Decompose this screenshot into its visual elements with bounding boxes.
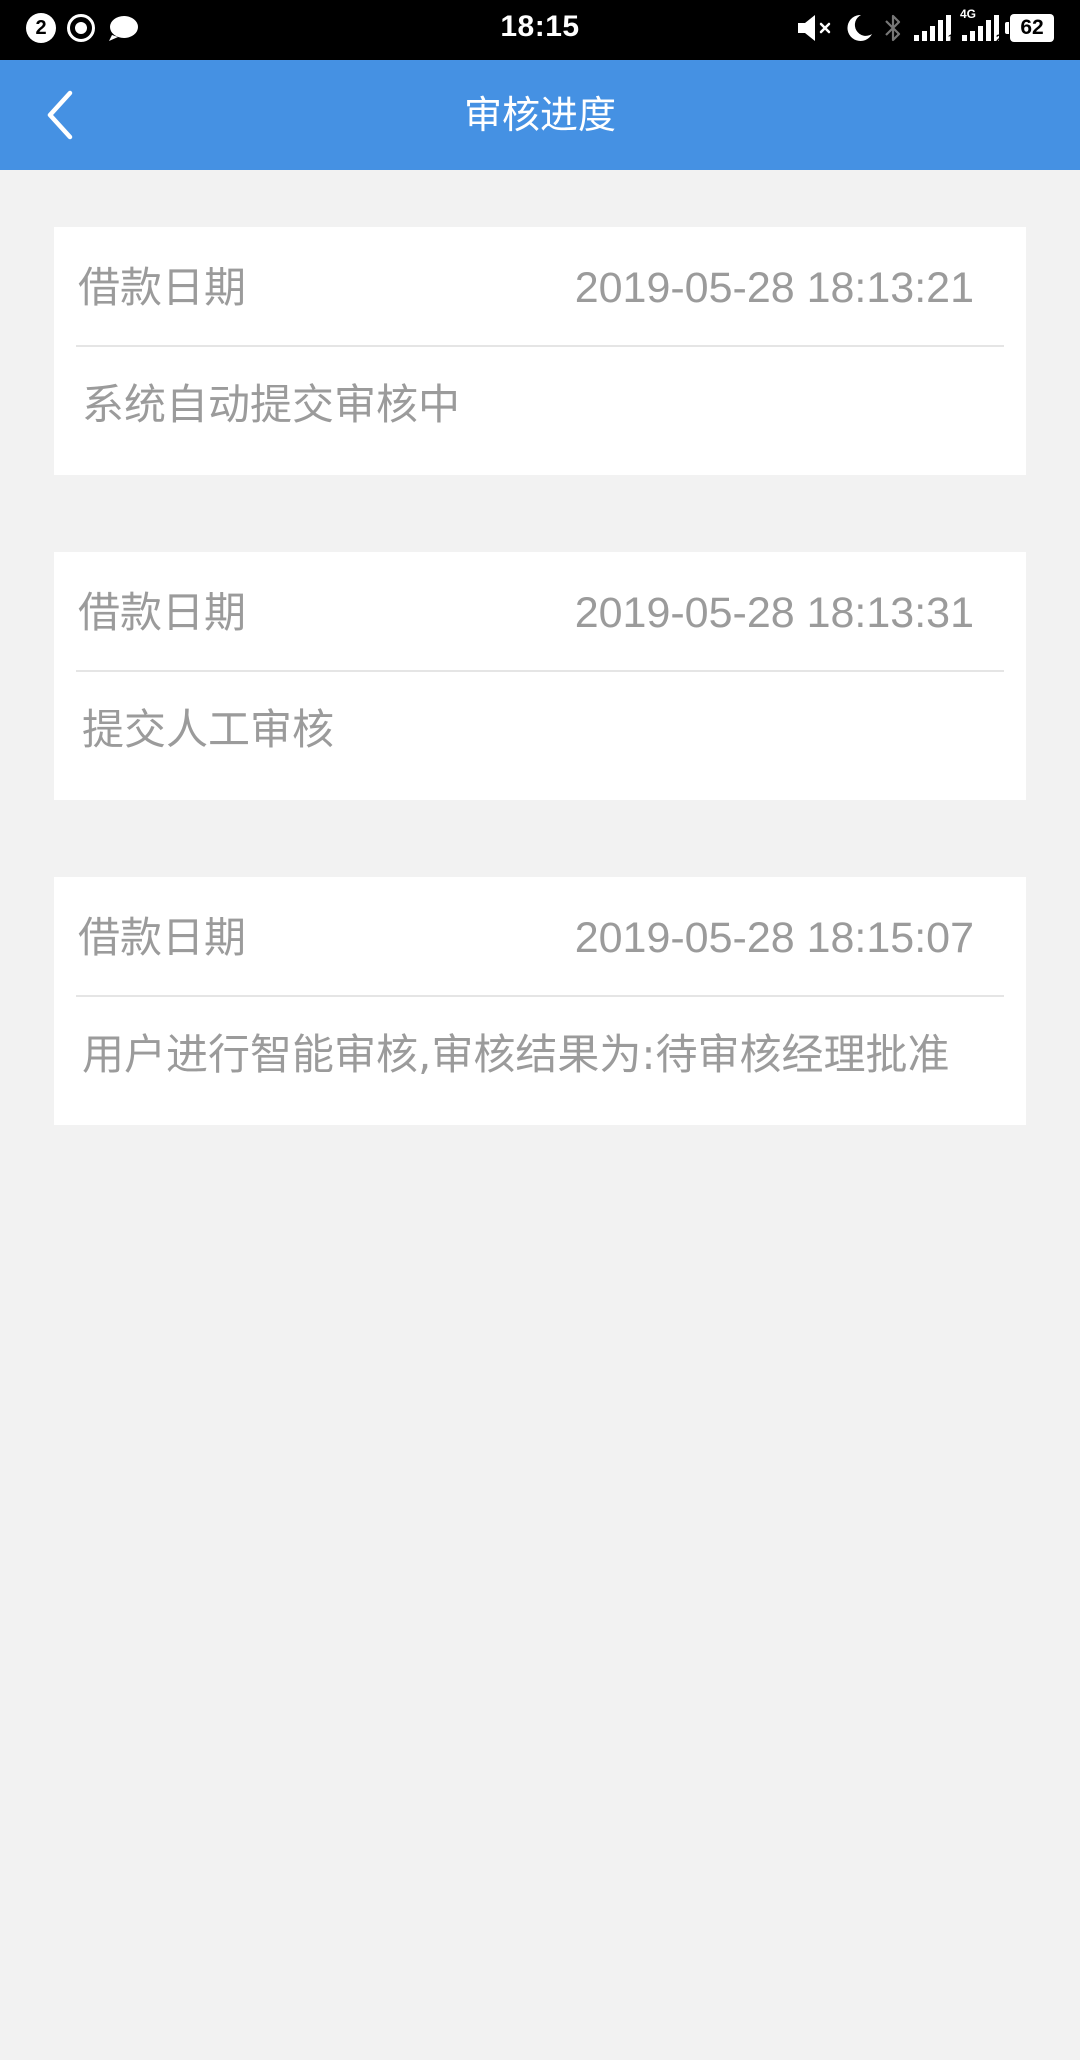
sim-slot-1-label: 1	[947, 33, 954, 45]
back-button[interactable]	[20, 75, 100, 155]
nav-bar: 审核进度	[0, 60, 1080, 170]
card-datetime: 2019-05-28 18:13:31	[574, 589, 974, 637]
status-bar: 2 18:15 1 4G 2 62	[0, 0, 1080, 60]
card-datetime: 2019-05-28 18:15:07	[574, 914, 974, 962]
signal-icon: 1	[912, 13, 954, 45]
card-date-label: 借款日期	[78, 913, 247, 962]
moon-icon	[847, 14, 872, 41]
status-right-icons: 1 4G 2 62	[796, 7, 1054, 45]
card-header: 借款日期 2019-05-28 18:13:21	[76, 227, 1004, 347]
mute-icon	[798, 15, 831, 41]
bluetooth-icon	[885, 14, 901, 42]
page-title: 审核进度	[463, 93, 616, 137]
network-type-label: 4G	[960, 7, 977, 21]
card-datetime: 2019-05-28 18:13:21	[574, 264, 974, 312]
progress-card: 借款日期 2019-05-28 18:15:07 用户进行智能审核,审核结果为:…	[54, 877, 1026, 1125]
signal-4g-icon: 4G 2	[960, 7, 1002, 45]
card-header: 借款日期 2019-05-28 18:13:31	[76, 552, 1004, 672]
card-header: 借款日期 2019-05-28 18:15:07	[76, 877, 1004, 997]
card-description: 系统自动提交审核中	[82, 380, 461, 429]
progress-card: 借款日期 2019-05-28 18:13:21 系统自动提交审核中	[54, 227, 1026, 475]
battery-icon: 62	[1005, 14, 1054, 42]
card-date-label: 借款日期	[78, 263, 247, 312]
card-description: 提交人工审核	[82, 705, 335, 754]
chevron-left-icon	[47, 90, 73, 140]
progress-card: 借款日期 2019-05-28 18:13:31 提交人工审核	[54, 552, 1026, 800]
card-description: 用户进行智能审核,审核结果为:待审核经理批准	[82, 1030, 950, 1079]
sim-slot-2-label: 2	[995, 33, 1002, 45]
card-date-label: 借款日期	[78, 588, 247, 637]
